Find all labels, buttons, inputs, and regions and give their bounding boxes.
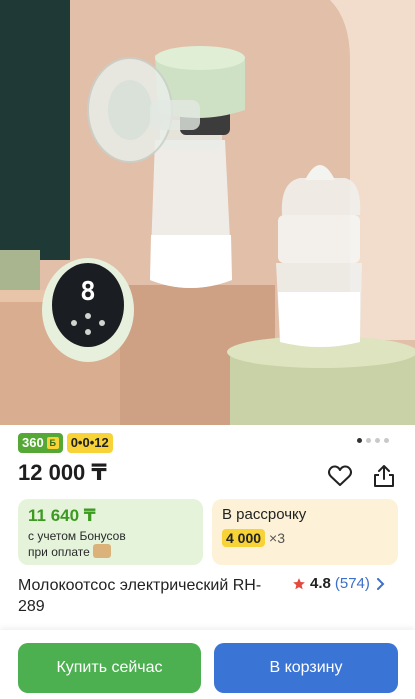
favorite-button[interactable] [326,462,354,490]
product-title: Молокоотсос электрический RH-289 [18,577,262,615]
product-photo: 8 [0,0,415,425]
gallery-dot[interactable] [375,438,380,443]
installment-card[interactable]: В рассрочку 4 000 ×3 [212,499,398,565]
gallery-dot[interactable] [384,438,389,443]
bonus-price-card[interactable]: 11 640 ₸ с учетом Бонусов при оплате [18,499,203,565]
share-icon [374,465,394,487]
bonus-note-line1: с учетом Бонусов [28,529,126,543]
bonus-note-line2-text: при оплате [28,545,90,559]
add-to-cart-button[interactable]: В корзину [214,643,398,693]
installment-row: 4 000 ×3 [222,529,388,547]
chevron-right-icon [376,577,385,590]
action-bar: Купить сейчас В корзину [0,630,415,699]
bonus-cat-icon [92,544,111,558]
installment-title: В рассрочку [222,506,307,523]
product-image[interactable]: 8 [0,0,415,425]
buy-now-button[interactable]: Купить сейчас [18,643,201,693]
heart-icon [328,465,352,486]
installment-monthly: 4 000 [222,529,266,547]
promo-badges: 360 Б 0•0•12 [18,433,113,453]
bonus-note: с учетом Бонусов при оплате [28,528,193,560]
bonus-currency-icon: Б [46,437,59,449]
bonus-note-line2: при оплате [28,544,193,560]
installment-multiplier: ×3 [269,530,286,546]
rating-value: 4.8 [310,575,331,592]
bonus-badge: 360 Б [18,433,63,453]
product-rating[interactable]: 4.8 (574) [292,575,386,592]
gallery-dot[interactable] [366,438,371,443]
share-button[interactable] [370,462,398,490]
gallery-pagination[interactable] [357,438,389,443]
review-count[interactable]: (574) [335,575,370,592]
installment-badge: 0•0•12 [66,433,113,453]
gallery-dot[interactable] [357,438,362,443]
bonus-badge-value: 360 [22,435,44,450]
device-display-digit: 8 [80,277,96,307]
product-price: 12 000 ₸ [18,460,107,485]
star-icon [293,577,305,589]
bonus-price: 11 640 ₸ [28,506,96,525]
